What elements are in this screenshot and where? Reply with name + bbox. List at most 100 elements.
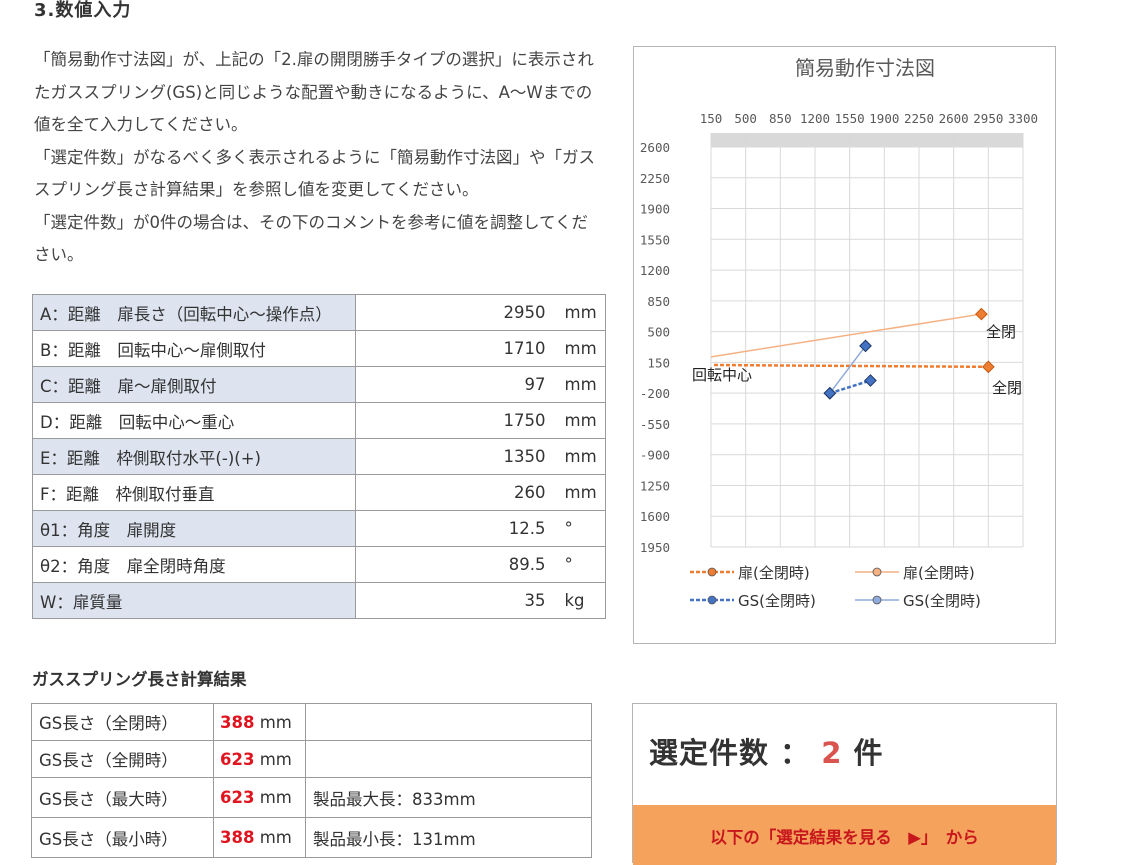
param-value-input[interactable]: 1750 <box>355 402 550 439</box>
y-tick-label: -550 <box>640 417 670 432</box>
param-row-theta1: θ1：角度 扉開度 12.5 ° <box>32 510 606 547</box>
calc-value: 388 mm <box>213 817 306 858</box>
param-value-input[interactable]: 1350 <box>355 438 550 475</box>
calc-unit: mm <box>259 712 292 732</box>
y-tick-label: 1550 <box>640 232 670 247</box>
y-tick-label: 2250 <box>640 171 670 186</box>
calc-value: 623 mm <box>213 777 306 818</box>
x-tick-label: 1550 <box>835 111 865 126</box>
y-tick-label: 1900 <box>640 202 670 217</box>
intro-line-3: 「選定件数」が0件の場合は、その下のコメントを参考に値を調整してください。 <box>34 212 589 265</box>
see-results-banner[interactable]: 以下の「選定結果を見る ▶」 から <box>633 805 1056 865</box>
param-unit: mm <box>549 294 606 331</box>
param-value-input[interactable]: 97 <box>355 366 550 403</box>
param-unit: ° <box>549 546 606 583</box>
param-value-input[interactable]: 1710 <box>355 330 550 367</box>
param-value-input[interactable]: 12.5 <box>355 510 550 547</box>
legend-label: 扉(全閉時) <box>738 564 810 582</box>
x-tick-label: 1900 <box>869 111 899 126</box>
chart-annotation: 全閉 <box>986 323 1016 341</box>
selection-count-panel: 選定件数 ： 2 件 以下の「選定結果を見る ▶」 から <box>632 703 1057 865</box>
param-value-input[interactable]: 35 <box>355 582 550 619</box>
series-marker <box>975 307 988 321</box>
series-line <box>829 345 867 394</box>
y-tick-label: -900 <box>640 448 670 463</box>
calc-unit: mm <box>259 788 292 807</box>
see-results-text: 以下の「選定結果を見る ▶」 から <box>710 828 979 847</box>
parameter-table: A：距離 扉長さ（回転中心～操作点） 2950 mm B：距離 回転中心～扉側取… <box>32 294 606 619</box>
param-row-a: A：距離 扉長さ（回転中心～操作点） 2950 mm <box>32 294 606 331</box>
y-tick-label: 1250 <box>640 478 670 493</box>
legend-label: GS(全閉時) <box>903 592 981 610</box>
param-value-input[interactable]: 2950 <box>355 294 550 331</box>
calc-label: GS長さ（最大時） <box>31 777 214 818</box>
param-unit: ° <box>549 510 606 547</box>
calc-row: GS長さ（最大時） 623 mm 製品最大長：833mm <box>31 777 592 818</box>
calc-note <box>305 703 592 741</box>
legend-marker <box>872 567 882 577</box>
param-label: θ1：角度 扉開度 <box>32 510 356 547</box>
x-tick-label: 150 <box>700 111 723 126</box>
param-row-e: E：距離 枠側取付水平(-)(+) 1350 mm <box>32 438 606 475</box>
param-unit: mm <box>549 474 606 511</box>
param-row-theta2: θ2：角度 扉全閉時角度 89.5 ° <box>32 546 606 583</box>
x-tick-label: 3300 <box>1008 111 1038 126</box>
calc-note <box>305 740 592 778</box>
calc-table: GS長さ（全閉時） 388 mm GS長さ（全開時） 623 mm GS長さ（最… <box>31 703 592 858</box>
param-label: D：距離 回転中心～重心 <box>32 402 356 439</box>
selection-suffix: 件 <box>853 736 884 770</box>
series-marker <box>859 339 872 353</box>
x-tick-label: 2600 <box>939 111 969 126</box>
param-row-b: B：距離 回転中心～扉側取付 1710 mm <box>32 330 606 367</box>
param-value-input[interactable]: 260 <box>355 474 550 511</box>
param-unit: kg <box>549 582 606 619</box>
x-tick-label: 2250 <box>904 111 934 126</box>
param-unit: mm <box>549 438 606 475</box>
y-tick-label: 1200 <box>640 263 670 278</box>
x-tick-label: 1200 <box>800 111 830 126</box>
calc-row: GS長さ（全閉時） 388 mm <box>31 703 592 741</box>
chart-annotation: 回転中心 <box>692 366 752 384</box>
param-label: A：距離 扉長さ（回転中心～操作点） <box>32 294 356 331</box>
intro-line-1: 「簡易動作寸法図」が、上記の「2.扉の開閉勝手タイプの選択」に表示されたガススプ… <box>34 50 594 134</box>
calc-number: 388 <box>220 712 255 732</box>
legend-marker <box>707 595 717 605</box>
y-tick-label: 1950 <box>640 540 670 555</box>
calc-unit: mm <box>259 828 292 847</box>
param-row-f: F：距離 枠側取付垂直 260 mm <box>32 474 606 511</box>
y-tick-label: -200 <box>640 386 670 401</box>
motion-diagram-chart: 簡易動作寸法図 150 500 850 1200 1550 1900 2250 2600 2950… <box>633 46 1056 644</box>
intro-text: 「簡易動作寸法図」が、上記の「2.扉の開閉勝手タイプの選択」に表示されたガススプ… <box>34 44 604 272</box>
selection-count: 選定件数 ： 2 件 <box>649 730 884 772</box>
calc-number: 388 <box>220 828 255 847</box>
param-label: B：距離 回転中心～扉側取付 <box>32 330 356 367</box>
param-row-w: W：扉質量 35 kg <box>32 582 606 619</box>
calc-note: 製品最大長：833mm <box>305 777 592 818</box>
param-unit: mm <box>549 330 606 367</box>
y-tick-label: 1600 <box>640 509 670 524</box>
section-title: 3.数値入力 <box>34 0 132 21</box>
series-line <box>710 313 982 358</box>
param-label: E：距離 枠側取付水平(-)(+) <box>32 438 356 475</box>
legend-marker <box>872 595 882 605</box>
selection-label: 選定件数 <box>649 736 770 770</box>
param-unit: mm <box>549 366 606 403</box>
calc-unit: mm <box>259 749 292 769</box>
x-tick-label: 850 <box>769 111 792 126</box>
calc-value: 623 mm <box>213 740 306 778</box>
param-value-input[interactable]: 89.5 <box>355 546 550 583</box>
intro-line-2: 「選定件数」がなるべく多く表示されるように「簡易動作寸法図」や「ガススプリング長… <box>34 147 595 200</box>
calc-title: ガススプリング長さ計算結果 <box>32 670 247 689</box>
chart-annotation: 全閉 <box>992 379 1022 397</box>
calc-number: 623 <box>220 788 255 807</box>
series-marker <box>823 386 837 400</box>
y-tick-label: 850 <box>647 294 670 309</box>
selection-colon: ： <box>780 736 811 770</box>
param-row-d: D：距離 回転中心～重心 1750 mm <box>32 402 606 439</box>
calc-number: 623 <box>220 749 255 769</box>
legend-marker <box>707 567 717 577</box>
chart-svg: 簡易動作寸法図 150 500 850 1200 1550 1900 2250 2600 2950… <box>640 56 1038 610</box>
calc-label: GS長さ（全閉時） <box>31 703 214 741</box>
series-marker <box>864 374 877 387</box>
legend-label: GS(全閉時) <box>738 592 816 610</box>
